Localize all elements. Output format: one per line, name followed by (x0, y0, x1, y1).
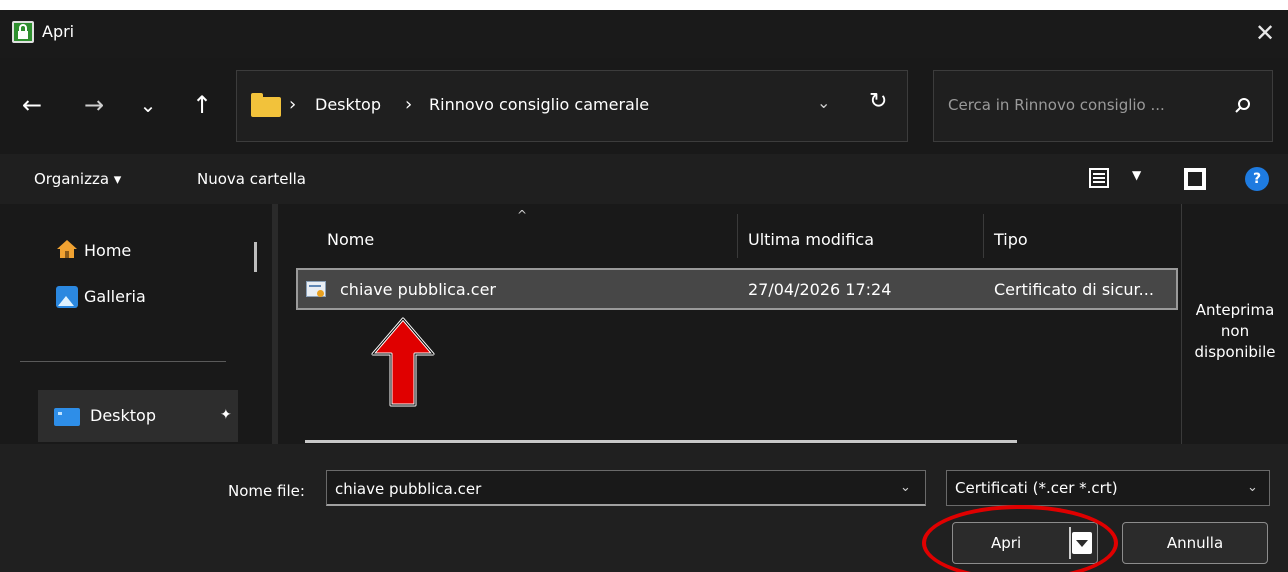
breadcrumb-desktop[interactable]: Desktop (315, 95, 381, 114)
view-dropdown-icon[interactable]: ▼ (1132, 168, 1141, 182)
gallery-icon (56, 286, 78, 308)
preview-line: non (1220, 322, 1250, 340)
folder-icon (251, 93, 281, 117)
search-icon[interactable] (1234, 97, 1252, 115)
sort-ascending-icon: ^ (517, 208, 528, 222)
file-row-selected[interactable]: chiave pubblica.cer 27/04/2026 17:24 Cer… (296, 268, 1178, 310)
title-bar: Apri ✕ (0, 10, 1288, 58)
sidebar-divider (20, 361, 226, 362)
annotation-arrow-icon (371, 317, 435, 407)
lock-icon (12, 21, 34, 43)
sidebar-item-label: Desktop (90, 406, 156, 425)
column-header-name[interactable]: Nome (327, 230, 374, 249)
sidebar-item-home[interactable]: Home (84, 241, 131, 260)
address-bar[interactable]: › Desktop › Rinnovo consiglio camerale ⌄… (236, 70, 908, 142)
preview-line: disponibile (1194, 343, 1276, 361)
refresh-icon[interactable]: ↻ (869, 89, 887, 114)
forward-arrow-icon[interactable]: → (78, 90, 110, 120)
back-arrow-icon[interactable]: ← (16, 90, 48, 120)
cancel-button[interactable]: Annulla (1122, 522, 1268, 564)
annotation-highlight-ellipse (922, 505, 1118, 572)
command-bar: Organizza ▾ Nuova cartella ▼ ? (0, 154, 1288, 204)
home-icon (57, 240, 77, 258)
breadcrumb-separator-icon: › (405, 94, 413, 115)
breadcrumb-current-folder[interactable]: Rinnovo consiglio camerale (429, 95, 649, 114)
close-button[interactable]: ✕ (1242, 10, 1288, 58)
filter-value: Certificati (*.cer *.crt) (955, 479, 1118, 497)
sidebar-item-desktop[interactable]: Desktop ✦ (38, 390, 238, 442)
preview-pane-icon[interactable] (1184, 168, 1206, 190)
help-icon[interactable]: ? (1245, 167, 1269, 191)
search-input[interactable]: Cerca in Rinnovo consiglio ... (933, 70, 1273, 142)
file-type-filter-select[interactable]: Certificati (*.cer *.crt) ⌄ (946, 470, 1270, 506)
pane-splitter[interactable] (272, 204, 278, 454)
filename-input[interactable]: chiave pubblica.cer ⌄ (326, 470, 926, 506)
new-folder-button[interactable]: Nuova cartella (197, 170, 306, 188)
column-divider[interactable] (737, 214, 738, 258)
breadcrumb-separator-icon: › (289, 94, 297, 115)
chevron-down-icon[interactable]: ⌄ (817, 93, 830, 112)
desktop-icon (54, 408, 80, 426)
filename-label: Nome file: (228, 482, 305, 500)
chevron-down-icon[interactable]: ⌄ (1247, 480, 1258, 495)
preview-unavailable-text: Anteprima non disponibile (1182, 300, 1288, 363)
column-divider[interactable] (983, 214, 984, 258)
horizontal-scrollbar[interactable] (305, 440, 1017, 443)
view-details-icon[interactable] (1089, 168, 1109, 188)
column-header-type[interactable]: Tipo (994, 230, 1028, 249)
preview-line: Anteprima (1195, 301, 1275, 319)
up-arrow-icon[interactable]: ↑ (186, 90, 218, 120)
search-placeholder: Cerca in Rinnovo consiglio ... (948, 96, 1165, 114)
organize-menu-button[interactable]: Organizza ▾ (34, 170, 121, 188)
file-name: chiave pubblica.cer (340, 280, 496, 299)
window-title: Apri (42, 22, 75, 41)
chevron-down-icon[interactable]: ⌄ (132, 90, 164, 120)
sidebar-scrollbar[interactable] (254, 242, 257, 272)
filename-value: chiave pubblica.cer (335, 480, 482, 498)
column-header-modified[interactable]: Ultima modifica (748, 230, 874, 249)
pin-icon[interactable]: ✦ (220, 407, 232, 423)
certificate-file-icon (306, 281, 326, 297)
sidebar-item-galleria[interactable]: Galleria (84, 287, 146, 306)
chevron-down-icon[interactable]: ⌄ (900, 480, 911, 495)
open-file-dialog: Apri ✕ ← → ⌄ ↑ › Desktop › Rinnovo consi… (0, 10, 1288, 572)
file-modified: 27/04/2026 17:24 (748, 280, 892, 299)
file-type: Certificato di sicur... (994, 280, 1154, 299)
